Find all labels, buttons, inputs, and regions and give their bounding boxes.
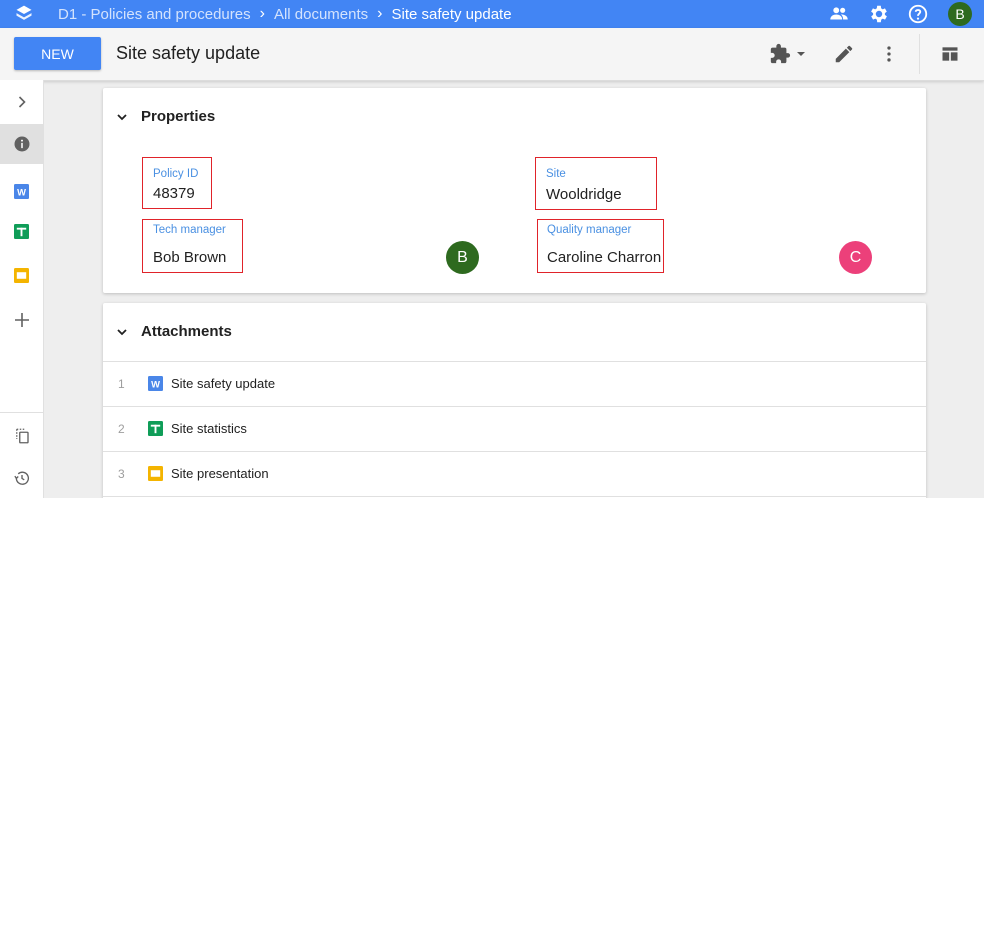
add-ons-button[interactable] [769,42,807,66]
pencil-icon [835,45,853,63]
attachment-name[interactable]: Site safety update [171,376,275,391]
user-avatar[interactable]: B [948,2,972,26]
breadcrumb-item-team-drive[interactable]: D1 - Policies and procedures [58,6,251,23]
breadcrumb-item-all-documents[interactable]: All documents [274,6,368,23]
breadcrumb-item-current: Site safety update [391,5,512,23]
breadcrumb: D1 - Policies and procedures › All docum… [58,0,512,28]
quality-manager-value[interactable]: Caroline Charron [547,249,661,266]
puzzle-icon [770,43,791,64]
info-button[interactable] [0,124,43,164]
properties-title: Properties [141,108,216,125]
attachment-number: 2 [118,422,125,436]
rail-slides-button[interactable] [0,255,43,295]
copy-icon [15,428,29,444]
rail-doc-button[interactable]: W [0,171,43,211]
quality-manager-avatar[interactable]: C [839,241,872,274]
rail-divider [0,412,43,413]
attachments-card: Attachments 1 W Site safety update 2 Sit… [103,303,926,498]
plus-icon [14,313,29,327]
attachment-name[interactable]: Site presentation [171,466,269,481]
sheet-icon [148,421,163,436]
site-value: Wooldridge [546,186,622,203]
svg-text:W: W [17,187,26,197]
rail-sheet-button[interactable] [0,211,43,251]
doc-icon: W [14,183,29,199]
slides-icon [14,267,29,283]
policy-id-field: Policy ID 48379 [142,157,212,209]
chevron-right-icon [18,96,26,108]
app-window: D1 - Policies and procedures › All docum… [0,0,984,498]
policy-id-value: 48379 [153,185,195,202]
attachments-title: Attachments [141,323,232,340]
sheet-icon [14,223,29,239]
properties-card: Properties Policy ID 48379 Site Wooldrid… [103,88,926,293]
edit-button[interactable] [833,42,855,66]
tech-manager-label: Tech manager [153,224,226,236]
attachment-row-partial [103,496,926,498]
info-icon [14,136,29,152]
quality-manager-label: Quality manager [547,224,632,236]
chevron-right-icon: › [377,5,383,22]
people-icon[interactable] [828,3,850,25]
more-vert-icon [887,46,891,62]
svg-text:W: W [151,379,160,389]
policy-id-label: Policy ID [153,168,199,180]
properties-header[interactable]: Properties [103,88,926,146]
site-label: Site [546,168,566,180]
quality-manager-field: Quality manager Caroline Charron [537,219,664,273]
chevron-down-icon [117,329,127,336]
left-rail: W [0,80,44,498]
chevron-down-icon [117,114,127,121]
tech-manager-value[interactable]: Bob Brown [153,249,226,266]
expand-rail-button[interactable] [0,82,43,122]
attachment-row[interactable]: 1 W Site safety update [103,361,926,406]
attachments-header[interactable]: Attachments [103,303,926,361]
new-button[interactable]: NEW [14,37,101,70]
attachment-row[interactable]: 3 Site presentation [103,451,926,496]
layout-toggle-button[interactable] [940,42,960,66]
chevron-right-icon: › [259,5,265,22]
copy-button[interactable] [0,416,43,456]
toolbar-divider [919,34,920,74]
tech-manager-avatar[interactable]: B [446,241,479,274]
page-title: Site safety update [116,43,261,63]
view-layout-icon [942,47,958,61]
slides-icon [148,466,163,481]
settings-gear-icon[interactable] [868,3,890,25]
app-logo-icon[interactable] [14,4,34,24]
top-bar: D1 - Policies and procedures › All docum… [0,0,984,28]
attachment-number: 3 [118,467,125,481]
tech-manager-field: Tech manager Bob Brown [142,219,243,273]
attachment-name[interactable]: Site statistics [171,421,247,436]
history-button[interactable] [0,458,43,498]
site-field: Site Wooldridge [535,157,657,210]
doc-icon: W [148,376,163,391]
rail-add-button[interactable] [0,300,43,340]
document-toolbar: NEW Site safety update [0,28,984,81]
history-icon [13,471,29,485]
attachment-row[interactable]: 2 Site statistics [103,406,926,451]
attachment-number: 1 [118,377,125,391]
dropdown-arrow-icon [797,52,805,56]
more-options-button[interactable] [878,42,900,66]
help-icon[interactable] [907,3,929,25]
